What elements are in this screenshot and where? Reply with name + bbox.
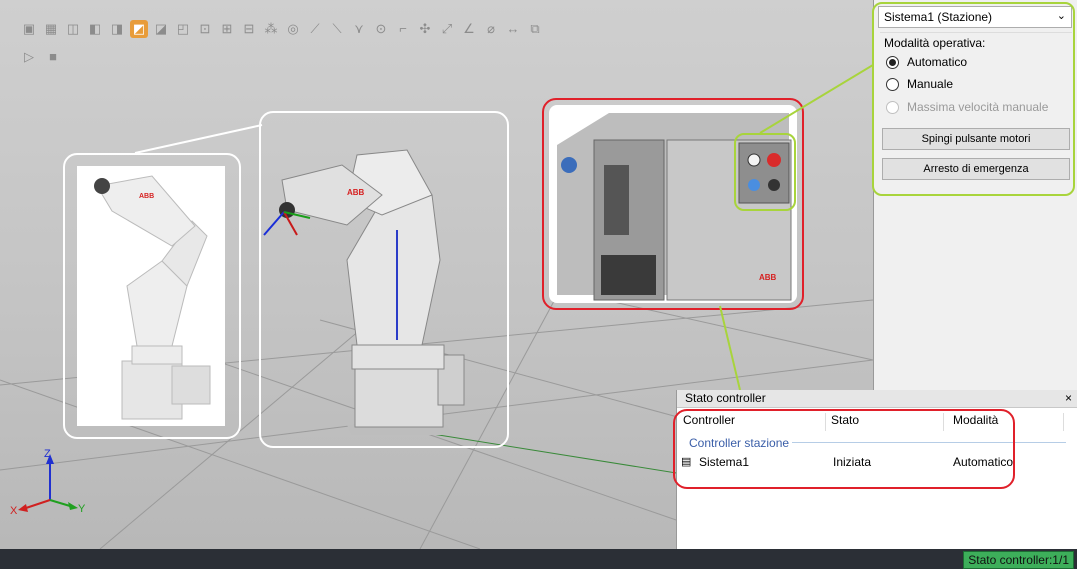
controller-status-indicator[interactable]: Stato controller:1/1 xyxy=(963,551,1074,569)
statusbar: Stato controller:1/1 xyxy=(0,549,1077,569)
panel-highlight-frame xyxy=(872,2,1075,196)
controller-status-title: Stato controller xyxy=(685,391,766,405)
axis-z-label: Z xyxy=(44,448,51,460)
controller-status-window: Stato controller × Controller Stato Moda… xyxy=(673,390,1077,549)
controller-table-highlight xyxy=(673,409,1015,489)
controller-status-titlebar: Stato controller × xyxy=(677,390,1077,408)
axis-y-label: Y xyxy=(78,503,86,515)
close-icon[interactable]: × xyxy=(1065,390,1072,407)
operating-mode-panel: Sistema1 (Stazione) ⌄ Modalità operativa… xyxy=(872,0,1077,390)
axis-x-label: X xyxy=(10,505,18,517)
